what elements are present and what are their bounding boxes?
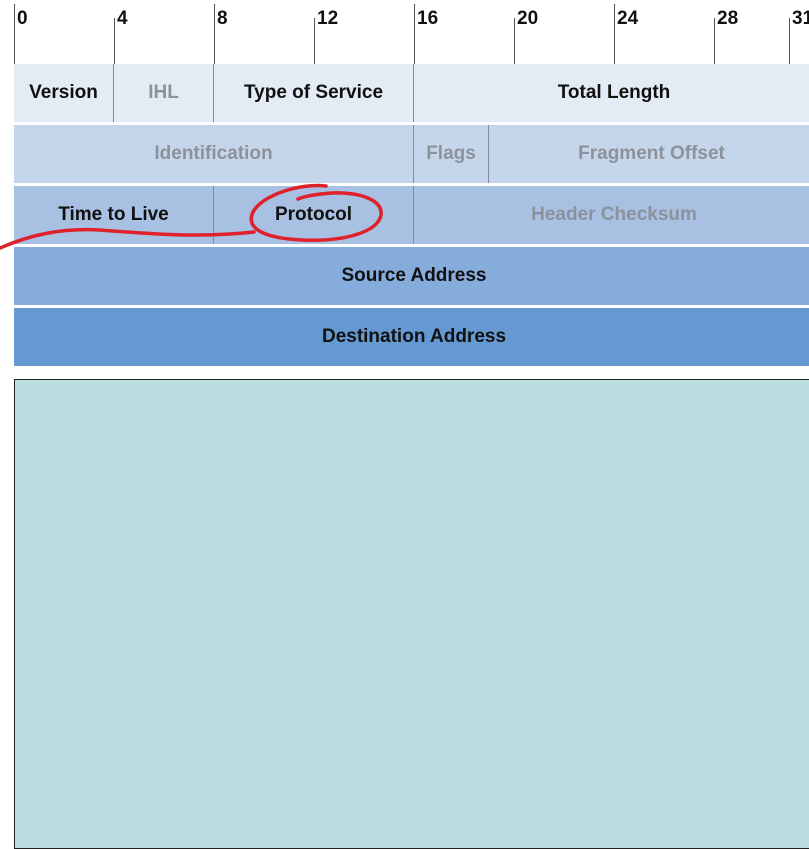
header-row: Identification Flags Fragment Offset <box>14 125 809 183</box>
bit-tick-label: 16 <box>417 8 439 29</box>
bit-tick-mark <box>789 18 790 64</box>
bit-tick-mark <box>414 4 415 64</box>
header-row: Destination Address <box>14 308 809 366</box>
field-flags: Flags <box>414 125 489 183</box>
bit-tick-label: 28 <box>717 8 739 29</box>
ipv4-header-diagram: Version IHL Type of Service Total Length Ide… <box>14 64 809 368</box>
header-row: Version IHL Type of Service Total Length <box>14 64 809 122</box>
field-source-address: Source Address <box>341 265 487 286</box>
header-row: Source Address <box>14 247 809 305</box>
empty-content-panel <box>14 379 809 849</box>
field-header-checksum: Header Checksum <box>531 204 697 225</box>
field-destination-address: Destination Address <box>321 326 507 347</box>
bit-tick-mark <box>14 4 15 64</box>
bit-tick-mark <box>514 18 515 64</box>
field-identification: Identification <box>14 125 414 183</box>
bit-tick-mark <box>114 18 115 64</box>
bit-tick-label: 8 <box>217 8 228 29</box>
bit-tick-label: 12 <box>317 8 339 29</box>
field-version: Version <box>14 64 114 122</box>
bit-tick-label: 24 <box>617 8 639 29</box>
field-ihl: IHL <box>114 64 214 122</box>
field-time-to-live: Time to Live <box>14 186 214 244</box>
bit-tick-label: 0 <box>17 8 28 29</box>
bit-tick-label: 4 <box>117 8 128 29</box>
header-row: Time to Live Protocol Header Checksum <box>14 186 809 244</box>
bit-tick-label: 31 <box>792 8 809 29</box>
bit-tick-label: 20 <box>517 8 539 29</box>
field-type-of-service: Type of Service <box>214 64 414 122</box>
field-fragment-offset: Fragment Offset <box>578 143 725 164</box>
bit-tick-mark <box>714 18 715 64</box>
field-total-length: Total Length <box>557 82 671 103</box>
field-protocol: Protocol <box>214 186 414 244</box>
bit-tick-mark <box>214 4 215 64</box>
bit-tick-mark <box>314 18 315 64</box>
bit-tick-mark <box>614 4 615 64</box>
bit-ruler: 0 4 8 12 16 20 24 28 31 <box>0 0 809 64</box>
